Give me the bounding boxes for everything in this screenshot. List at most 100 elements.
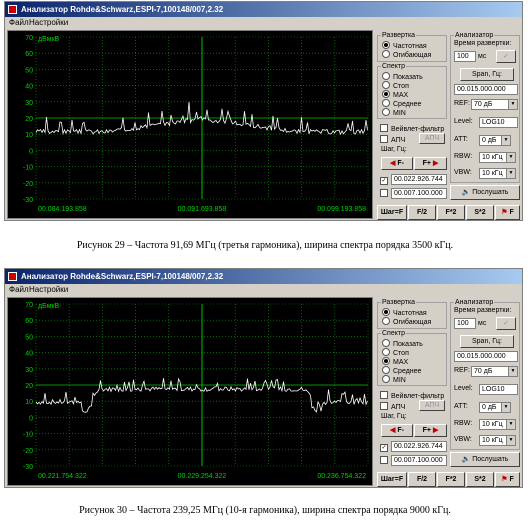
spectrum-min-radio[interactable]: MIN <box>382 108 406 118</box>
ref-select[interactable]: 70 дБ ▼ <box>471 99 518 110</box>
afc-button[interactable]: АПЧ <box>419 133 445 144</box>
f-minus-button[interactable]: ◀ F- <box>381 424 413 437</box>
step2-checkbox[interactable] <box>380 456 391 466</box>
ref-label: REF: <box>454 367 470 374</box>
spectrum-plot: 70 60 50 40 30 20 10 0 -10 -20 -30 дБмкВ 00.221.754.… <box>7 297 373 486</box>
menu-settings[interactable]: Настройки <box>29 284 68 296</box>
y-unit-label: дБмкВ <box>38 303 60 310</box>
sweep-time-label: Время развертки: <box>454 40 512 47</box>
f-mul2-button[interactable]: F*2 <box>437 472 465 487</box>
spectrum-plot: 70 60 50 40 30 20 10 0 -10 -20 -30 дБмкВ 00.084.193.… <box>7 30 373 219</box>
sweep-group-label: Развертка <box>381 298 417 307</box>
menu-file[interactable]: Файл <box>9 17 29 29</box>
window-title: Анализатор Rohde&Schwarz,ESPI-7,100148/0… <box>21 5 224 14</box>
sweep-group: Развертка Частотная Огибающая <box>377 31 447 62</box>
afc-checkbox[interactable]: АПЧ <box>380 402 405 412</box>
sweep-time-field[interactable]: 100 <box>454 318 476 329</box>
vbw-select[interactable]: 10 кГц ▼ <box>479 168 516 179</box>
menu-bar: Файл Настройки <box>5 284 522 296</box>
f-mul2-button[interactable]: F*2 <box>437 205 465 220</box>
spectrum-plot-svg: 70 60 50 40 30 20 10 0 -10 -20 -30 дБмкВ 00.084.193.… <box>23 35 369 213</box>
step1-checkbox[interactable]: ✓ <box>380 442 391 452</box>
f-plus-button[interactable]: F+ ▶ <box>414 424 447 437</box>
f-div2-button[interactable]: F/2 <box>408 205 436 220</box>
rbw-select[interactable]: 10 кГц ▼ <box>479 419 516 430</box>
spectrum-group-label: Спектр <box>381 62 406 71</box>
y-tick-label: 40 <box>25 351 33 358</box>
spectrum-plot-svg: 70 60 50 40 30 20 10 0 -10 -20 -30 дБмкВ 00.221.754.… <box>23 302 369 480</box>
rbw-label: RBW: <box>454 153 473 160</box>
y-tick-label: 30 <box>25 100 33 107</box>
app-icon <box>8 5 17 14</box>
listen-button[interactable]: 🔈 Послушать <box>450 185 520 200</box>
y-tick-label: -10 <box>23 432 33 439</box>
y-tick-label: 50 <box>25 67 33 74</box>
f-div2-button[interactable]: F/2 <box>408 472 436 487</box>
sweep-time-label: Время развертки: <box>454 307 512 314</box>
y-tick-label: -30 <box>23 464 33 471</box>
y-tick-label: 50 <box>25 334 33 341</box>
att-select[interactable]: 0 дБ ▼ <box>479 402 511 413</box>
y-tick-label: 60 <box>25 318 33 325</box>
y-tick-label: 70 <box>25 35 33 42</box>
menu-settings[interactable]: Настройки <box>29 17 68 29</box>
step1-field[interactable]: 00.022.926.744 <box>391 174 447 185</box>
level-label: Level: <box>454 118 473 125</box>
analyzer-group: Анализатор Время развертки: 100 мс ✓ Spa… <box>450 298 520 450</box>
f-plus-button[interactable]: F+ ▶ <box>414 157 447 170</box>
flag-icon: ⚑ <box>501 476 508 483</box>
speaker-icon: 🔈 <box>461 456 471 463</box>
sweep-time-check-button[interactable]: ✓ <box>496 50 516 63</box>
span-field[interactable]: 00.015.000.000 <box>454 84 518 95</box>
title-bar: Анализатор Rohde&Schwarz,ESPI-7,100148/0… <box>5 2 522 17</box>
y-tick-label: 10 <box>25 399 33 406</box>
title-bar: Анализатор Rohde&Schwarz,ESPI-7,100148/0… <box>5 269 522 284</box>
step-eq-f-button[interactable]: Шаг=F <box>377 205 407 220</box>
sweep-time-field[interactable]: 100 <box>454 51 476 62</box>
step1-checkbox[interactable]: ✓ <box>380 175 391 185</box>
step-label: Шаг, Гц: <box>381 413 407 420</box>
ref-label: REF: <box>454 100 470 107</box>
sweep-env-radio[interactable]: Огибающая <box>382 50 431 60</box>
spectrum-min-radio[interactable]: MIN <box>382 375 406 385</box>
span-button[interactable]: Span, Гц: <box>460 335 514 348</box>
ref-select[interactable]: 70 дБ ▼ <box>471 366 518 377</box>
s-mul2-button[interactable]: S*2 <box>466 472 494 487</box>
flag-f-button[interactable]: ⚑ F <box>495 472 520 487</box>
level-field[interactable]: LOG10 <box>479 117 518 128</box>
x-tick-label: 00.229.254.322 <box>178 473 227 480</box>
step1-field[interactable]: 00.022.926.744 <box>391 441 447 452</box>
afc-button[interactable]: АПЧ <box>419 400 445 411</box>
afc-checkbox[interactable]: АПЧ <box>380 135 405 145</box>
vbw-select[interactable]: 10 кГц ▼ <box>479 435 516 446</box>
vbw-label: VBW: <box>454 436 472 443</box>
level-label: Level: <box>454 385 473 392</box>
step2-checkbox[interactable] <box>380 189 391 199</box>
caption-figure-29: Рисунок 29 – Частота 91,69 МГц (третья г… <box>76 240 454 251</box>
x-tick-label: 00.099.193.858 <box>317 206 366 213</box>
ms-label: мс <box>478 53 487 60</box>
y-tick-label: 60 <box>25 51 33 58</box>
y-tick-label: 10 <box>25 132 33 139</box>
x-tick-label: 00.236.754.322 <box>317 473 366 480</box>
rbw-label: RBW: <box>454 420 473 427</box>
span-button[interactable]: Span, Гц: <box>460 68 514 81</box>
step2-field[interactable]: 00.007.100.000 <box>391 188 447 199</box>
vbw-label: VBW: <box>454 169 472 176</box>
flag-f-button[interactable]: ⚑ F <box>495 205 520 220</box>
att-label: ATT: <box>454 403 468 410</box>
s-mul2-button[interactable]: S*2 <box>466 205 494 220</box>
sweep-env-radio[interactable]: Огибающая <box>382 317 431 327</box>
menu-file[interactable]: Файл <box>9 284 29 296</box>
span-field[interactable]: 00.015.000.000 <box>454 351 518 362</box>
sweep-time-check-button[interactable]: ✓ <box>496 317 516 330</box>
level-field[interactable]: LOG10 <box>479 384 518 395</box>
step-eq-f-button[interactable]: Шаг=F <box>377 472 407 487</box>
menu-bar: Файл Настройки <box>5 17 522 29</box>
f-minus-button[interactable]: ◀ F- <box>381 157 413 170</box>
step2-field[interactable]: 00.007.100.000 <box>391 455 447 466</box>
att-select[interactable]: 0 дБ ▼ <box>479 135 511 146</box>
listen-button[interactable]: 🔈 Послушать <box>450 452 520 467</box>
caption-figure-30: Рисунок 30 – Частота 239,25 МГц (10-я га… <box>79 505 451 516</box>
rbw-select[interactable]: 10 кГц ▼ <box>479 152 516 163</box>
